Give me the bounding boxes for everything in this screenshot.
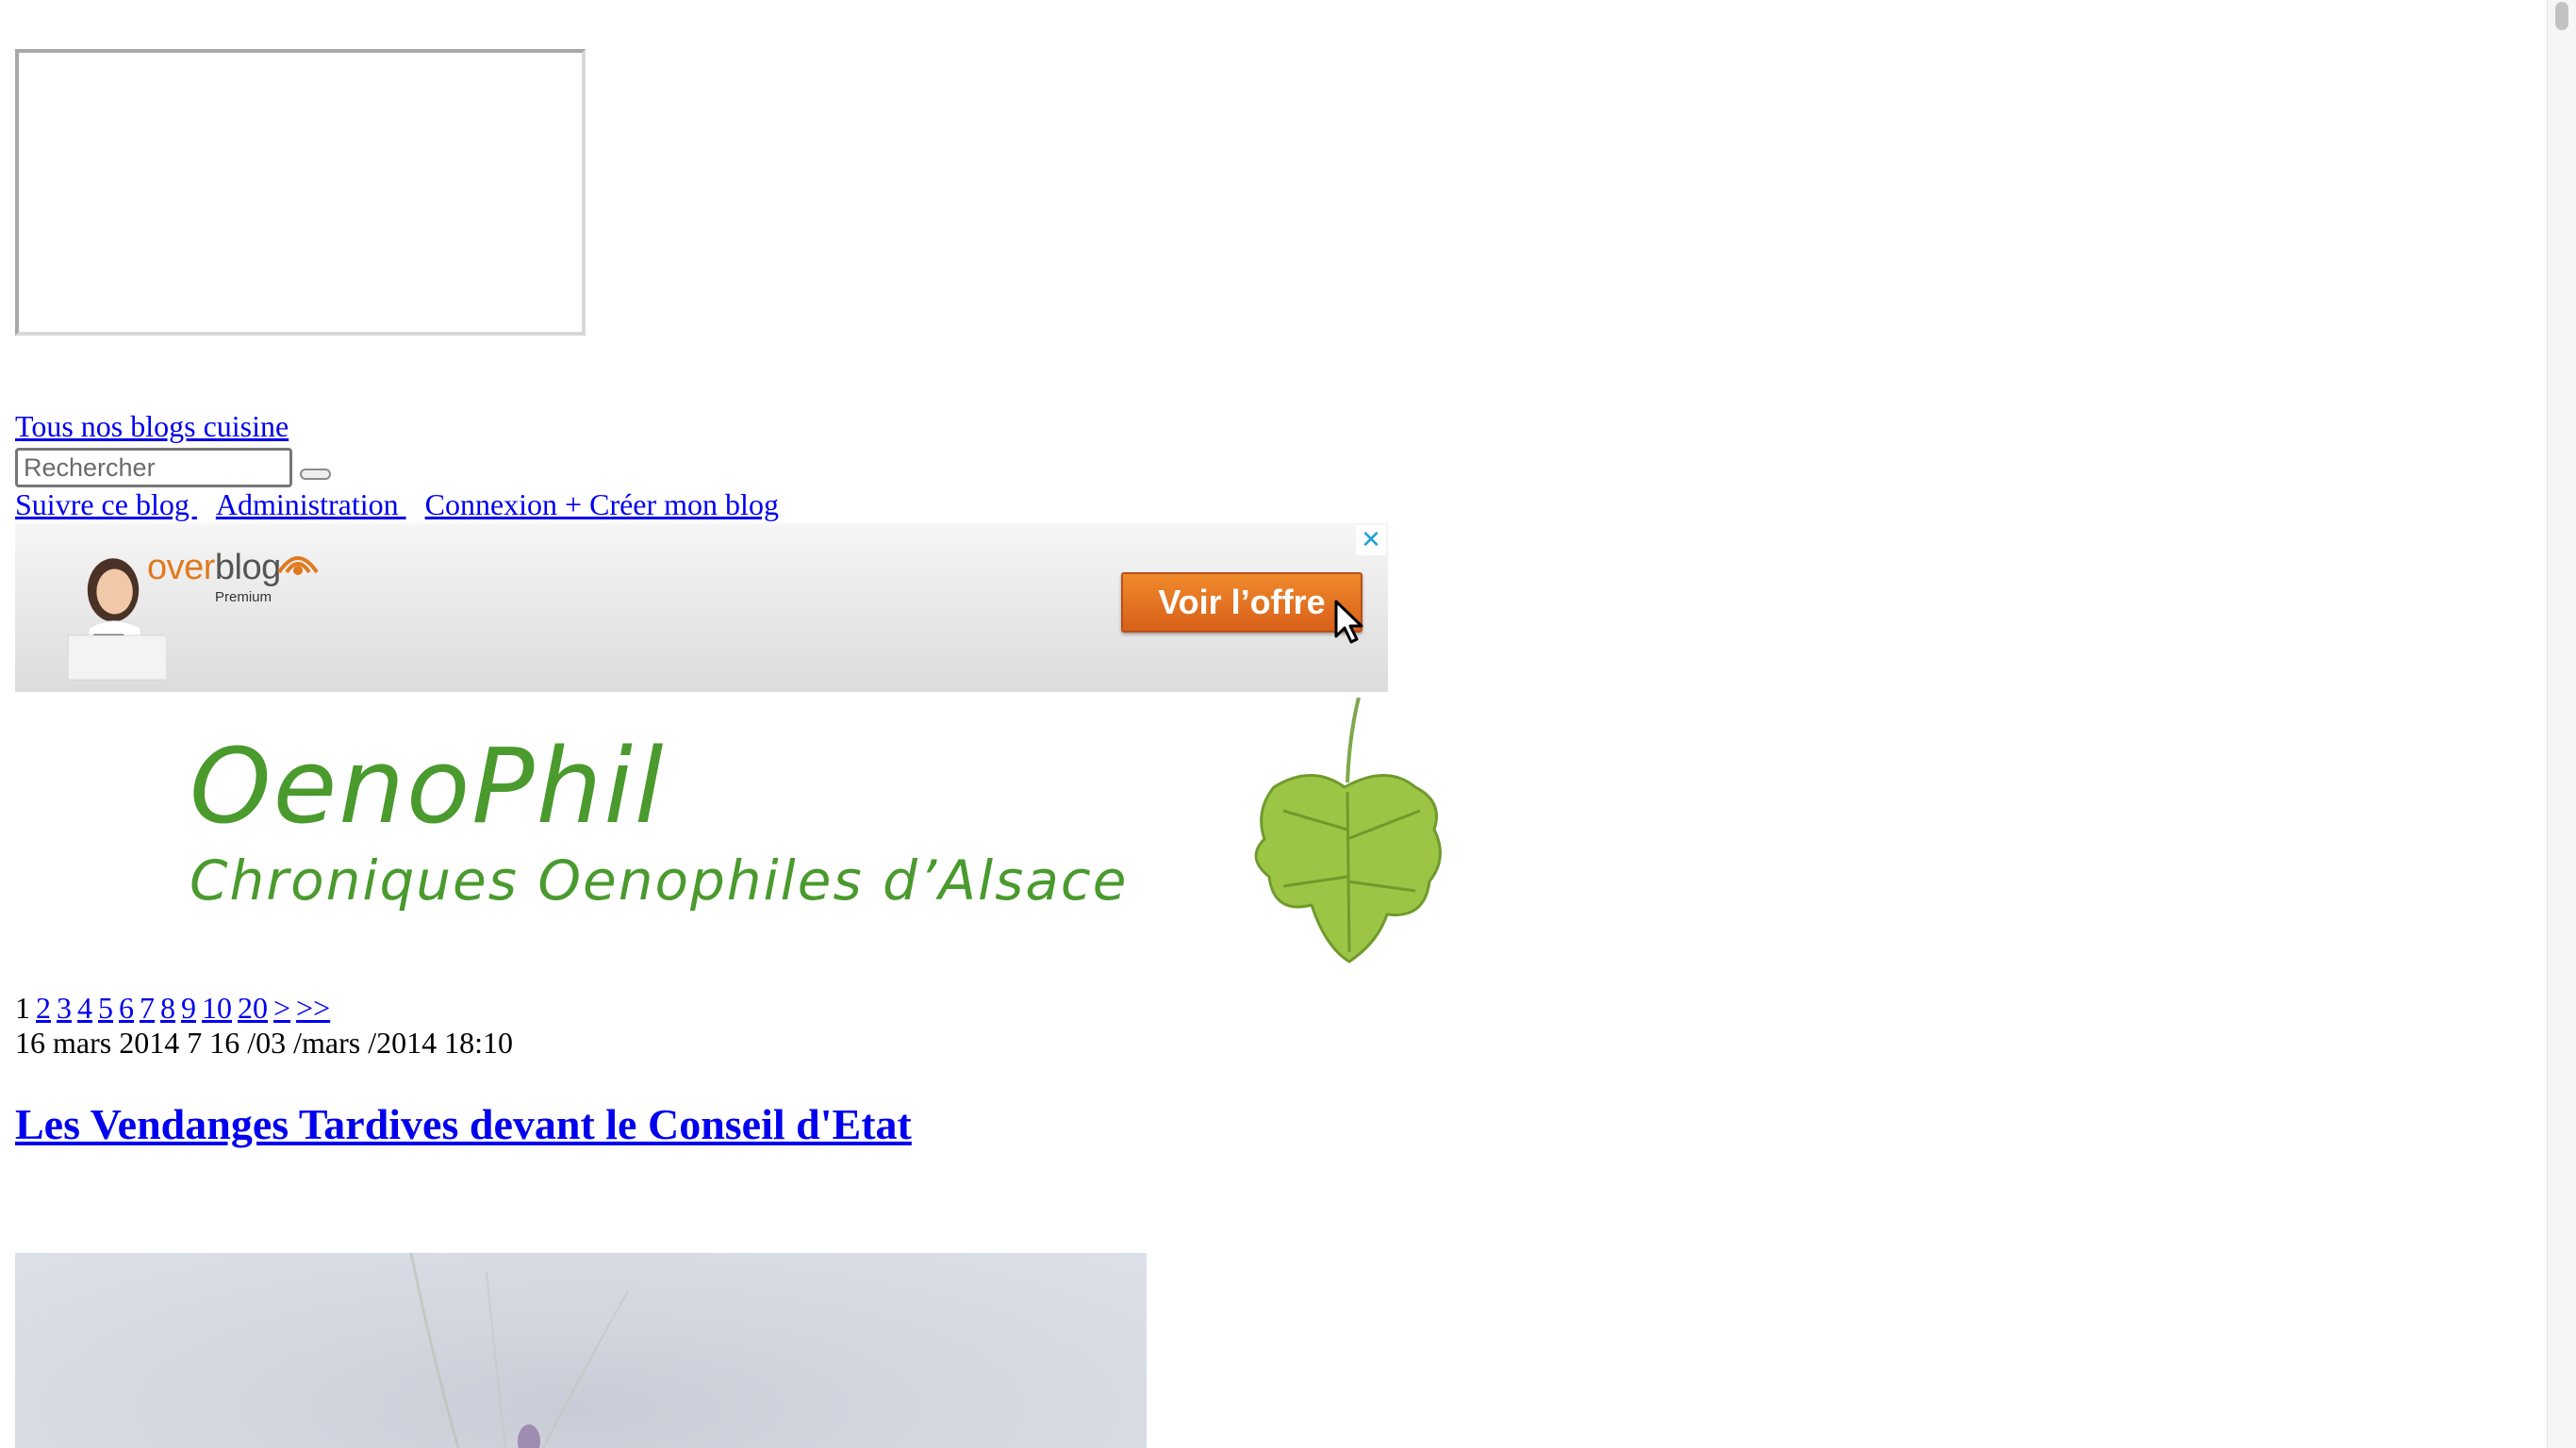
- pagination-link[interactable]: 10: [202, 991, 232, 1025]
- blog-header[interactable]: OenoPhil Chroniques Oenophiles d’Alsace: [15, 698, 1458, 971]
- pagination-link[interactable]: 9: [181, 991, 196, 1025]
- pagination-link[interactable]: 2: [36, 991, 51, 1025]
- scrollbar-thumb[interactable]: [2555, 2, 2568, 30]
- pagination: 1 2 3 4 5 6 7 8 9 10 20 > >>: [15, 989, 336, 1027]
- blog-title: OenoPhil: [190, 726, 666, 847]
- administration-link[interactable]: Administration: [216, 487, 406, 521]
- post-date: 16 mars 2014 7 16 /03 /mars /2014 18:10: [15, 1026, 513, 1060]
- ad-wifi-icon: [277, 556, 319, 575]
- search-form: [15, 447, 331, 488]
- pagination-link[interactable]: 7: [140, 991, 155, 1025]
- vine-leaf-icon: [1254, 698, 1442, 963]
- all-blogs-link[interactable]: Tous nos blogs cuisine: [15, 407, 289, 445]
- ad-cta-button[interactable]: Voir l’offre: [1121, 572, 1362, 633]
- blog-nav: Suivre ce blog Administration Connexion …: [15, 485, 798, 524]
- pagination-link[interactable]: 5: [98, 991, 113, 1025]
- overblog-ad-banner[interactable]: overblog Premium Voir l’offre ✕: [15, 523, 1388, 692]
- cursor-icon: [1334, 600, 1363, 644]
- post-image: [15, 1253, 1147, 1448]
- pagination-next[interactable]: >: [273, 991, 290, 1025]
- pagination-current: 1: [15, 991, 30, 1025]
- search-input[interactable]: [15, 448, 292, 487]
- blog-subtitle: Chroniques Oenophiles d’Alsace: [190, 848, 1129, 913]
- pagination-link[interactable]: 6: [119, 991, 134, 1025]
- post-image-grass: [409, 1253, 629, 1448]
- search-button[interactable]: [300, 469, 331, 480]
- post-title-link[interactable]: Les Vendanges Tardives devant le Conseil…: [15, 1100, 912, 1148]
- page: Tous nos blogs cuisine Suivre ce blog Ad…: [0, 0, 2576, 1448]
- pagination-link[interactable]: 3: [57, 991, 72, 1025]
- login-create-link[interactable]: Connexion + Créer mon blog: [425, 487, 779, 521]
- pagination-link[interactable]: 8: [160, 991, 175, 1025]
- pagination-last[interactable]: >>: [296, 991, 330, 1025]
- scrollbar[interactable]: [2547, 0, 2576, 1448]
- empty-iframe: [15, 49, 586, 336]
- pagination-link[interactable]: 20: [238, 991, 268, 1025]
- ad-premium-label: Premium: [215, 589, 272, 605]
- post-title: Les Vendanges Tardives devant le Conseil…: [15, 1092, 912, 1158]
- ad-brand-logo: overblog: [147, 548, 281, 587]
- ad-close-icon[interactable]: ✕: [1356, 525, 1386, 555]
- follow-blog-link[interactable]: Suivre ce blog: [15, 487, 197, 521]
- pagination-link[interactable]: 4: [77, 991, 92, 1025]
